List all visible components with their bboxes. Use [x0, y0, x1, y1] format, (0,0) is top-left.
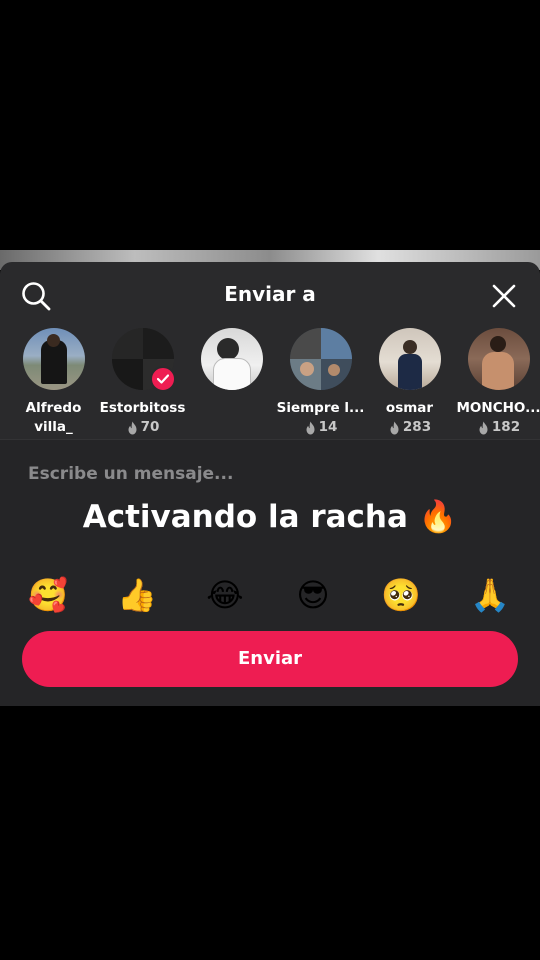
- avatar: [289, 328, 352, 390]
- message-input[interactable]: Escribe un mensaje...: [28, 464, 233, 484]
- contact-name: Siempre l...: [276, 400, 365, 416]
- contact-item[interactable]: MONCHO... 182: [454, 328, 540, 438]
- avatar: [22, 328, 85, 390]
- contact-item[interactable]: Alfredo villa_: [9, 328, 98, 438]
- selected-check-icon: [149, 366, 176, 392]
- avatar: [467, 328, 530, 390]
- compose-panel: Escribe un mensaje... Activando la racha…: [0, 439, 540, 706]
- emoji-button[interactable]: 🥰: [28, 575, 68, 615]
- flame-icon: [390, 421, 399, 434]
- emoji-button[interactable]: 🙏: [470, 575, 510, 615]
- quick-emoji-row: 🥰 👍 😂 😎 🥺 🙏: [0, 575, 540, 615]
- close-icon[interactable]: [490, 282, 518, 310]
- emoji-button[interactable]: 😂: [205, 575, 245, 615]
- contact-item[interactable]: osmar 283: [365, 328, 454, 438]
- contact-name: Estorbitoss: [99, 400, 186, 416]
- contact-name-line2: villa_: [34, 419, 73, 435]
- streak-value: 14: [318, 419, 338, 435]
- contact-list: Alfredo villa_ Estorbitoss 70 Siempre l.…: [0, 328, 540, 438]
- contact-item[interactable]: [187, 328, 276, 438]
- emoji-button[interactable]: 🥺: [381, 575, 421, 615]
- streak-count: 283: [388, 418, 431, 437]
- emoji-button[interactable]: 😎: [293, 575, 333, 615]
- flame-icon: [128, 421, 137, 434]
- send-button[interactable]: Enviar: [22, 631, 518, 687]
- streak-count: 182: [477, 418, 520, 437]
- sheet-title: Enviar a: [224, 282, 316, 306]
- flame-icon: [306, 421, 315, 434]
- contact-name: Alfredo: [25, 400, 82, 416]
- streak-count: 70: [126, 418, 160, 437]
- avatar: [200, 328, 263, 390]
- contact-name: osmar: [385, 400, 434, 416]
- streak-count: 14: [304, 418, 338, 437]
- screen: Enviar a Alfredo villa_ Estorbitoss 70 S…: [0, 0, 540, 960]
- contact-item[interactable]: Estorbitoss 70: [98, 328, 187, 438]
- contact-name: MONCHO...: [456, 400, 540, 416]
- avatar: [378, 328, 441, 390]
- share-sheet: Enviar a Alfredo villa_ Estorbitoss 70 S…: [0, 262, 540, 706]
- emoji-button[interactable]: 👍: [117, 575, 157, 615]
- sheet-header: Enviar a: [0, 262, 540, 328]
- flame-icon: [479, 421, 488, 434]
- streak-value: 182: [491, 419, 521, 435]
- avatar: [111, 328, 176, 392]
- contact-item[interactable]: Siempre l... 14: [276, 328, 365, 438]
- streak-value: 70: [140, 419, 160, 435]
- message-text: Activando la racha 🔥: [82, 499, 458, 535]
- streak-value: 283: [402, 419, 432, 435]
